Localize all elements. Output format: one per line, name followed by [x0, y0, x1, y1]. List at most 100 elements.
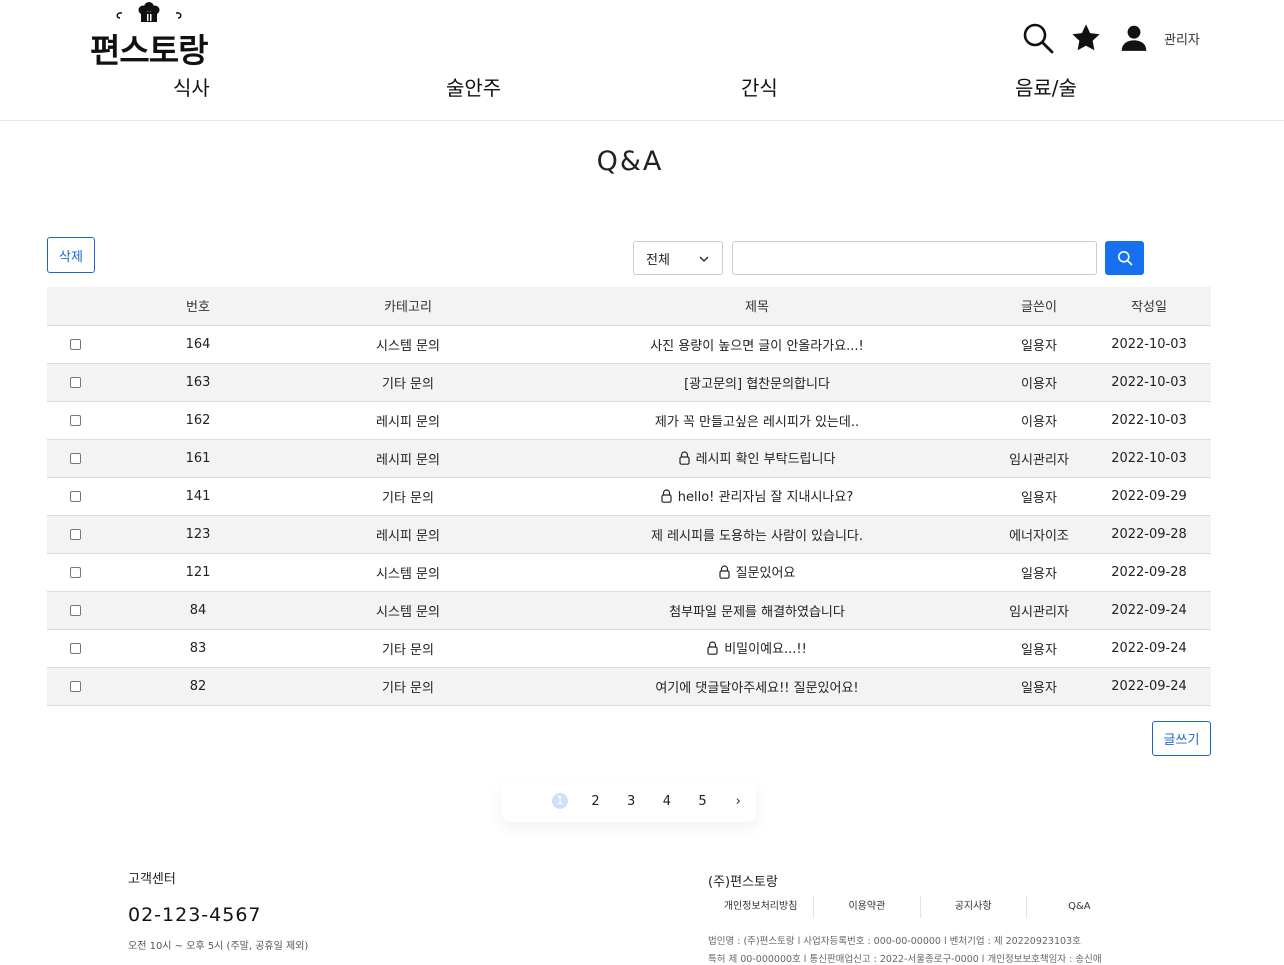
- row-category: 기타 문의: [293, 477, 523, 516]
- row-writer: 임시관리자: [991, 591, 1087, 630]
- row-writer: 일용자: [991, 629, 1087, 668]
- row-category: 시스템 문의: [293, 591, 523, 630]
- page-link[interactable]: 2: [578, 794, 614, 809]
- next-page-button[interactable]: ›: [720, 794, 756, 809]
- row-date: 2022-10-03: [1087, 401, 1211, 440]
- nav-item-snack[interactable]: 간식: [741, 72, 778, 101]
- page-link[interactable]: 3: [613, 794, 649, 809]
- site-logo[interactable]: 편스토랑: [88, 0, 208, 70]
- table-row[interactable]: 84 시스템 문의 첨부파일 문제를 해결하였습니다 임시관리자 2022-09-24: [47, 591, 1211, 630]
- table-row[interactable]: 162 레시피 문의 제가 꼭 만들고싶은 레시피가 있는데.. 이용자 2022-10…: [47, 401, 1211, 440]
- header-date: 작성일: [1087, 287, 1211, 326]
- footer-business-info: 법인명 : (주)편스토랑 l 사업자등록번호 : 000-00-00000 l…: [708, 936, 1081, 947]
- header: 편스토랑 관리자 식사 술안주 간식 음료/술: [0, 0, 1284, 121]
- row-title[interactable]: 제 레시피를 도용하는 사람이 있습니다.: [651, 529, 863, 544]
- nav-item-beverage[interactable]: 음료/술: [1015, 72, 1077, 101]
- row-title[interactable]: [광고문의] 협찬문의합니다: [684, 377, 830, 392]
- row-date: 2022-09-29: [1087, 477, 1211, 516]
- delete-button[interactable]: 삭제: [47, 237, 95, 273]
- search-button[interactable]: [1105, 241, 1144, 275]
- search-icon[interactable]: [1020, 20, 1056, 56]
- write-button[interactable]: 글쓰기: [1152, 721, 1211, 756]
- row-title[interactable]: 비밀이예요...!!: [724, 642, 807, 657]
- row-category: 기타 문의: [293, 667, 523, 706]
- row-writer: 에너자이조: [991, 515, 1087, 554]
- row-title-cell[interactable]: 사진 용량이 높으면 글이 안올라가요...!: [523, 325, 991, 364]
- row-checkbox[interactable]: [69, 338, 81, 350]
- table-row[interactable]: 121 시스템 문의 질문있어요 일용자 2022-09-28: [47, 553, 1211, 592]
- row-date: 2022-10-03: [1087, 325, 1211, 364]
- row-title[interactable]: 사진 용량이 높으면 글이 안올라가요...!: [650, 339, 864, 354]
- row-title[interactable]: hello! 관리자님 잘 지내시나요?: [678, 490, 854, 505]
- row-date: 2022-09-28: [1087, 515, 1211, 554]
- category-filter-select[interactable]: 전체: [633, 241, 723, 275]
- row-title-cell[interactable]: 제가 꼭 만들고싶은 레시피가 있는데..: [523, 401, 991, 440]
- lock-icon: [678, 450, 690, 469]
- row-title-cell[interactable]: 여기에 댓글달아주세요!! 질문있어요!: [523, 667, 991, 706]
- row-category: 시스템 문의: [293, 553, 523, 592]
- row-number: 162: [103, 401, 293, 440]
- row-checkbox[interactable]: [69, 376, 81, 388]
- table-row[interactable]: 141 기타 문의 hello! 관리자님 잘 지내시나요? 일용자 2022-09-2…: [47, 477, 1211, 516]
- user-icon[interactable]: [1116, 20, 1152, 56]
- row-title-cell[interactable]: 비밀이예요...!!: [523, 629, 991, 668]
- footer-links: 개인정보처리방침 이용약관 공지사항 Q&A: [708, 896, 1132, 918]
- row-writer: 일용자: [991, 477, 1087, 516]
- page-link[interactable]: 5: [685, 794, 721, 809]
- row-title[interactable]: 제가 꼭 만들고싶은 레시피가 있는데..: [655, 415, 859, 430]
- table-row[interactable]: 83 기타 문의 비밀이예요...!! 일용자 2022-09-24: [47, 629, 1211, 668]
- row-title-cell[interactable]: hello! 관리자님 잘 지내시나요?: [523, 477, 991, 516]
- table-row[interactable]: 161 레시피 문의 레시피 확인 부탁드립니다 임시관리자 2022-10-03: [47, 439, 1211, 478]
- table-row[interactable]: 164 시스템 문의 사진 용량이 높으면 글이 안올라가요...! 일용자 2022-…: [47, 325, 1211, 364]
- chef-hat-icon: [116, 2, 182, 22]
- row-title[interactable]: 질문있어요: [736, 566, 796, 581]
- row-checkbox-cell: [47, 667, 103, 706]
- row-writer: 일용자: [991, 553, 1087, 592]
- lock-icon: [718, 564, 730, 583]
- row-checkbox-cell: [47, 553, 103, 592]
- pagination: 1 2 3 4 5 ›: [502, 780, 756, 822]
- footer-link-privacy[interactable]: 개인정보처리방침: [708, 896, 815, 918]
- table-row[interactable]: 123 레시피 문의 제 레시피를 도용하는 사람이 있습니다. 에너자이조 2022-…: [47, 515, 1211, 554]
- row-number: 141: [103, 477, 293, 516]
- row-checkbox[interactable]: [69, 604, 81, 616]
- row-number: 84: [103, 591, 293, 630]
- row-checkbox-cell: [47, 591, 103, 630]
- row-title-cell[interactable]: 질문있어요: [523, 553, 991, 592]
- customer-center-phone: 02-123-4567: [128, 904, 262, 926]
- row-title-cell[interactable]: 첨부파일 문제를 해결하였습니다: [523, 591, 991, 630]
- star-icon[interactable]: [1068, 20, 1104, 56]
- row-title-cell[interactable]: 레시피 확인 부탁드립니다: [523, 439, 991, 478]
- footer-link-notice[interactable]: 공지사항: [921, 896, 1027, 918]
- admin-label[interactable]: 관리자: [1164, 29, 1200, 48]
- footer-link-terms[interactable]: 이용약관: [814, 896, 921, 918]
- page-link[interactable]: 4: [649, 794, 685, 809]
- row-checkbox[interactable]: [69, 452, 81, 464]
- row-title[interactable]: 여기에 댓글달아주세요!! 질문있어요!: [655, 681, 858, 696]
- row-checkbox[interactable]: [69, 642, 81, 654]
- header-number: 번호: [103, 287, 293, 326]
- row-title[interactable]: 첨부파일 문제를 해결하였습니다: [669, 605, 845, 620]
- row-date: 2022-09-24: [1087, 629, 1211, 668]
- footer-company-name: (주)편스토랑: [708, 875, 778, 890]
- row-category: 시스템 문의: [293, 325, 523, 364]
- table-row[interactable]: 82 기타 문의 여기에 댓글달아주세요!! 질문있어요! 일용자 2022-09-24: [47, 667, 1211, 706]
- row-category: 레시피 문의: [293, 401, 523, 440]
- table-header-row: 번호 카테고리 제목 글쓴이 작성일: [47, 287, 1211, 326]
- nav-item-snack-with-drink[interactable]: 술안주: [446, 72, 501, 101]
- chevron-down-icon: [699, 256, 709, 263]
- row-checkbox[interactable]: [69, 680, 81, 692]
- row-title-cell[interactable]: [광고문의] 협찬문의합니다: [523, 363, 991, 402]
- nav-item-meal[interactable]: 식사: [173, 72, 210, 101]
- search-input[interactable]: [732, 241, 1097, 275]
- row-checkbox[interactable]: [69, 414, 81, 426]
- footer-link-qna[interactable]: Q&A: [1027, 896, 1132, 918]
- row-checkbox[interactable]: [69, 528, 81, 540]
- row-checkbox[interactable]: [69, 566, 81, 578]
- row-title-cell[interactable]: 제 레시피를 도용하는 사람이 있습니다.: [523, 515, 991, 554]
- row-checkbox-cell: [47, 515, 103, 554]
- row-checkbox[interactable]: [69, 490, 81, 502]
- table-row[interactable]: 163 기타 문의 [광고문의] 협찬문의합니다 이용자 2022-10-03: [47, 363, 1211, 402]
- page-link-current[interactable]: 1: [542, 793, 578, 809]
- row-title[interactable]: 레시피 확인 부탁드립니다: [696, 452, 836, 467]
